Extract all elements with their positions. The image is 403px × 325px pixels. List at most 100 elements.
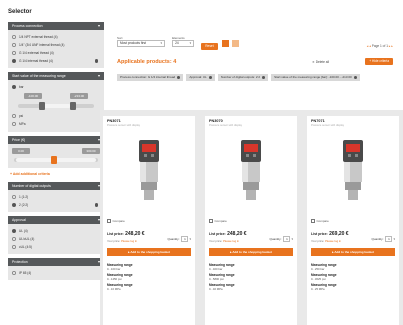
filter-chip[interactable]: Process connection: G 1/4 internal threa… bbox=[117, 74, 184, 81]
radio-icon[interactable] bbox=[12, 271, 16, 275]
compare-checkbox[interactable]: Compare bbox=[311, 219, 329, 223]
first-page-icon[interactable]: ◂ bbox=[369, 44, 371, 48]
radio-icon[interactable] bbox=[12, 35, 16, 39]
chevron-down-icon[interactable]: ▾ bbox=[98, 72, 100, 80]
radio-icon[interactable] bbox=[12, 122, 16, 126]
product-id[interactable]: PN7071 bbox=[311, 119, 395, 123]
compare-checkbox[interactable]: Compare bbox=[209, 219, 227, 223]
filter-panel-body: IP 65 (4) bbox=[8, 266, 104, 280]
filter-option[interactable]: cUL (4:5) bbox=[12, 243, 100, 251]
remove-chip-icon[interactable] bbox=[262, 75, 265, 79]
product-specs: Measuring range 0...250 bar Measuring ra… bbox=[311, 261, 395, 291]
radio-icon[interactable] bbox=[12, 43, 16, 47]
product-image[interactable] bbox=[103, 136, 195, 208]
login-link[interactable]: Please log in bbox=[223, 239, 239, 243]
price-min-input[interactable]: 0.00 bbox=[12, 148, 30, 154]
filter-option[interactable]: 1/4 NPT external thread (4) bbox=[12, 33, 100, 41]
price-slider[interactable] bbox=[14, 156, 98, 164]
hide-criteria-button[interactable]: + Hide criteria bbox=[365, 58, 393, 65]
remove-chip-icon[interactable] bbox=[208, 75, 212, 79]
range-max-input[interactable]: -213.00 bbox=[70, 93, 88, 99]
filter-panel-header[interactable]: Approval ▾ bbox=[8, 216, 104, 224]
filter-chip-label: Number of digital outputs: 2:2 bbox=[220, 75, 260, 79]
sort-value: Most products first bbox=[120, 41, 147, 45]
filter-panel-header[interactable]: Price (€) ▾ bbox=[8, 136, 104, 144]
filter-option[interactable]: psi bbox=[12, 112, 100, 120]
radio-selected-icon[interactable] bbox=[12, 85, 16, 89]
chevron-down-icon[interactable]: ▾ bbox=[189, 237, 191, 241]
add-criteria-link[interactable]: + Add additional criteria bbox=[10, 172, 104, 176]
filter-panel-header[interactable]: Protection ▾ bbox=[8, 258, 104, 266]
filter-chip[interactable]: Start value of the measuring range [bar]… bbox=[271, 74, 360, 81]
radio-icon[interactable] bbox=[12, 114, 16, 118]
filter-option[interactable]: MPa bbox=[12, 120, 100, 128]
radio-selected-icon[interactable] bbox=[12, 229, 16, 233]
filter-option[interactable]: bar bbox=[12, 83, 100, 91]
filter-option[interactable]: 2 (2:2) bbox=[12, 201, 100, 209]
chevron-down-icon[interactable]: ▾ bbox=[98, 22, 100, 30]
product-id[interactable]: PN3071 bbox=[107, 119, 191, 123]
quantity-stepper: Quantity: 1 ▾ bbox=[167, 236, 191, 242]
quantity-input[interactable]: 1 bbox=[385, 236, 393, 242]
filter-panel-body: bar -100.00 -213.00 psi MPa bbox=[8, 80, 104, 132]
login-link[interactable]: Please log in bbox=[121, 239, 137, 243]
add-to-basket-button[interactable]: ▸ Add to the shopping basket bbox=[107, 248, 191, 256]
price-max-input[interactable]: 300.00 bbox=[82, 148, 100, 154]
slider-handle-min[interactable] bbox=[39, 102, 46, 110]
filter-option-label: 1 (1:2) bbox=[19, 195, 29, 199]
reset-button[interactable]: Reset bbox=[201, 43, 218, 50]
checkbox-icon[interactable] bbox=[311, 219, 315, 223]
radio-icon[interactable] bbox=[12, 245, 16, 249]
filter-option[interactable]: G 1/4 external thread (4) bbox=[12, 49, 100, 57]
range-min-input[interactable]: -100.00 bbox=[24, 93, 42, 99]
filter-chip[interactable]: Approval: UL bbox=[186, 74, 215, 81]
filter-option[interactable]: 1/4" (3/4 UNF internal thread (4) bbox=[12, 41, 100, 49]
filter-option[interactable]: 1 (1:2) bbox=[12, 193, 100, 201]
chevron-down-icon[interactable]: ▾ bbox=[291, 237, 293, 241]
filter-panel-header[interactable]: Start value of the measuring range ▾ bbox=[8, 72, 104, 80]
last-page-icon[interactable]: ▸ bbox=[391, 44, 393, 48]
filter-panel-header[interactable]: Process connection ▾ bbox=[8, 22, 104, 30]
login-link[interactable]: Please log in bbox=[325, 239, 341, 243]
product-image[interactable] bbox=[205, 136, 297, 208]
filter-panel-header[interactable]: Number of digital outputs ▾ bbox=[8, 182, 104, 190]
filter-option[interactable]: UL/cUL (4) bbox=[12, 235, 100, 243]
remove-icon[interactable] bbox=[94, 203, 98, 207]
elements-select[interactable]: 24 ▾ bbox=[172, 40, 195, 47]
product-subtitle: Pressure sensor with display bbox=[311, 124, 345, 127]
radio-icon[interactable] bbox=[12, 237, 16, 241]
product-image[interactable] bbox=[307, 136, 399, 208]
filter-option-label: G 1/4 internal thread (4) bbox=[19, 59, 53, 63]
compare-checkbox[interactable]: Compare bbox=[107, 219, 125, 223]
slider-handle-min[interactable] bbox=[50, 156, 57, 164]
radio-icon[interactable] bbox=[12, 51, 16, 55]
add-to-basket-button[interactable]: ▸ Add to the shopping basket bbox=[311, 248, 395, 256]
radio-icon[interactable] bbox=[12, 195, 16, 199]
list-view-icon[interactable] bbox=[231, 40, 239, 47]
sort-select[interactable]: Most products first ▾ bbox=[117, 40, 165, 47]
filter-option[interactable]: UL (4) bbox=[12, 227, 100, 235]
remove-chip-icon[interactable] bbox=[353, 75, 357, 79]
grid-view-icon[interactable] bbox=[221, 40, 229, 47]
filter-chip[interactable]: Number of digital outputs: 2:2 bbox=[217, 74, 268, 81]
product-id[interactable]: PN3070 bbox=[209, 119, 293, 123]
checkbox-icon[interactable] bbox=[107, 219, 111, 223]
chevron-down-icon[interactable]: ▾ bbox=[393, 237, 395, 241]
radio-selected-icon[interactable] bbox=[12, 59, 16, 63]
add-to-basket-button[interactable]: ▸ Add to the shopping basket bbox=[209, 248, 293, 256]
remove-icon[interactable] bbox=[94, 59, 98, 63]
hide-criteria-label: Hide criteria bbox=[371, 59, 389, 63]
range-slider[interactable] bbox=[18, 102, 94, 110]
delete-all-link[interactable]: ✕ Delete all bbox=[312, 60, 329, 64]
quantity-input[interactable]: 1 bbox=[283, 236, 291, 242]
list-price-value: 269,20 € bbox=[329, 231, 349, 237]
filter-option[interactable]: G 1/4 internal thread (4) bbox=[12, 57, 100, 65]
filter-option[interactable]: IP 65 (4) bbox=[12, 269, 100, 277]
quantity-input[interactable]: 1 bbox=[181, 236, 189, 242]
checkbox-icon[interactable] bbox=[209, 219, 213, 223]
range-fields: 0.00 300.00 bbox=[12, 147, 100, 155]
remove-chip-icon[interactable] bbox=[177, 75, 181, 79]
slider-handle-max[interactable] bbox=[69, 102, 76, 110]
radio-selected-icon[interactable] bbox=[12, 203, 16, 207]
list-price: List price: 248,20 € bbox=[107, 231, 145, 237]
